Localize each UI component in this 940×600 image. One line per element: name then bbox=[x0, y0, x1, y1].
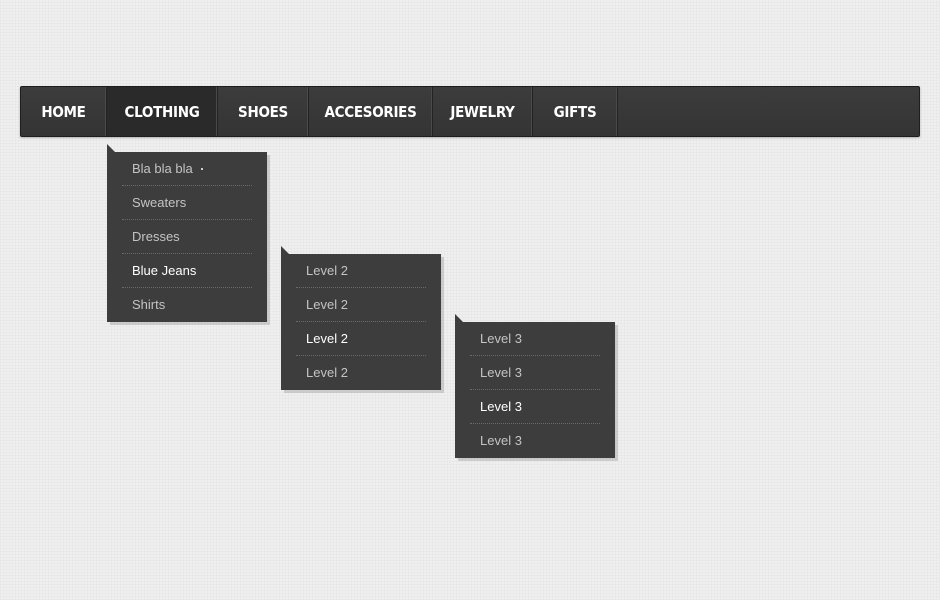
cursor-dot bbox=[201, 168, 203, 170]
menu-item-blue-jeans[interactable]: Blue Jeans bbox=[122, 254, 252, 288]
menu-item-level-2[interactable]: Level 2 bbox=[296, 356, 426, 390]
menu-item-level-2-active[interactable]: Level 2 bbox=[296, 322, 426, 356]
menu-item-bla-bla-bla[interactable]: Bla bla bla bbox=[122, 152, 252, 186]
menu-item-level-2[interactable]: Level 2 bbox=[296, 288, 426, 322]
menu-item-label: Bla bla bla bbox=[132, 161, 193, 176]
menu-item-level-3-active[interactable]: Level 3 bbox=[470, 390, 600, 424]
menu-item-level-2[interactable]: Level 2 bbox=[296, 254, 426, 288]
nav-clothing[interactable]: CLOTHING bbox=[107, 87, 218, 136]
menu-item-level-3[interactable]: Level 3 bbox=[470, 356, 600, 390]
nav-gifts[interactable]: GIFTS bbox=[533, 87, 618, 136]
level-3-dropdown: Level 3 Level 3 Level 3 Level 3 bbox=[455, 314, 615, 458]
nav-home[interactable]: HOME bbox=[21, 87, 107, 136]
menu-item-shirts[interactable]: Shirts bbox=[122, 288, 252, 322]
menu-item-sweaters[interactable]: Sweaters bbox=[122, 186, 252, 220]
main-navbar: HOME CLOTHING SHOES ACCESORIES JEWELRY G… bbox=[20, 86, 920, 137]
nav-accesories[interactable]: ACCESORIES bbox=[309, 87, 433, 136]
nav-shoes[interactable]: SHOES bbox=[218, 87, 309, 136]
nav-jewelry[interactable]: JEWELRY bbox=[433, 87, 533, 136]
menu-item-level-3[interactable]: Level 3 bbox=[470, 322, 600, 356]
menu-item-level-3[interactable]: Level 3 bbox=[470, 424, 600, 458]
level-2-dropdown: Level 2 Level 2 Level 2 Level 2 bbox=[281, 246, 441, 390]
clothing-dropdown: Bla bla bla Sweaters Dresses Blue Jeans … bbox=[107, 144, 267, 322]
menu-item-dresses[interactable]: Dresses bbox=[122, 220, 252, 254]
